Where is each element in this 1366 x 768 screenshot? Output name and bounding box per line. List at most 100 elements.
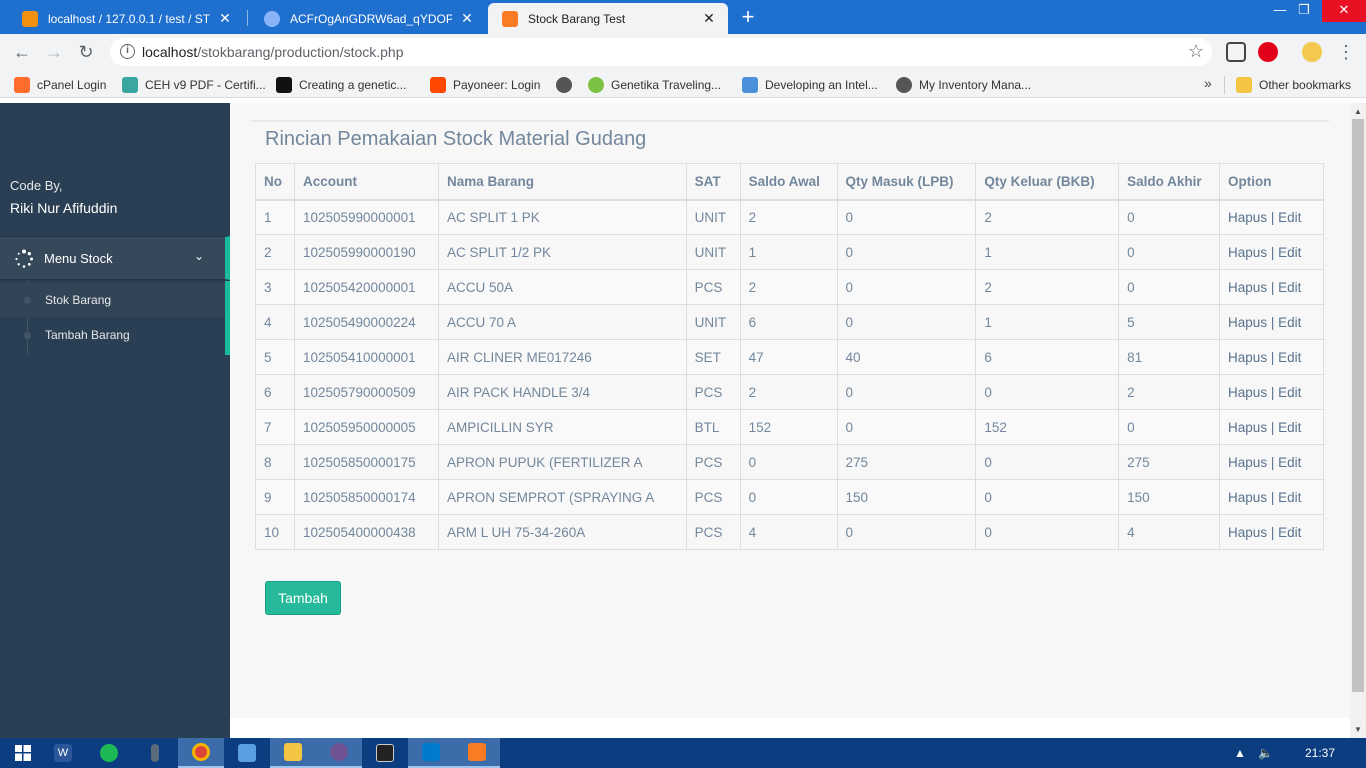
- windows-logo-icon: [15, 745, 31, 761]
- bookmark-label: My Inventory Mana...: [919, 78, 1032, 92]
- folder-icon: [1236, 77, 1252, 93]
- close-window-button[interactable]: ✕: [1322, 0, 1366, 22]
- page-scrollbar[interactable]: ▲ ▼: [1350, 103, 1366, 738]
- close-tab-icon[interactable]: ✕: [216, 10, 234, 27]
- bookmark-inventory[interactable]: My Inventory Mana...: [896, 76, 1031, 94]
- restore-button[interactable]: ❐: [1286, 0, 1322, 22]
- table-cell: UNIT: [685, 199, 741, 235]
- page-title: Rincian Pemakaian Stock Material Gudang: [265, 128, 647, 150]
- editor-icon: [238, 744, 256, 762]
- back-arrow-icon[interactable]: ←: [10, 40, 34, 64]
- edit-link[interactable]: Edit: [1278, 350, 1301, 365]
- edit-link[interactable]: Edit: [1278, 420, 1301, 435]
- edit-link[interactable]: Edit: [1278, 210, 1301, 225]
- taskbar-editor[interactable]: [224, 738, 270, 768]
- taskbar-vscode[interactable]: [408, 738, 454, 768]
- taskbar-chrome[interactable]: [178, 738, 224, 768]
- tambah-button[interactable]: Tambah: [265, 581, 341, 615]
- taskbar-xampp[interactable]: [454, 738, 500, 768]
- tab-google-doc[interactable]: ACFrOgAnGDRW6ad_qYDOPV-K ✕: [250, 3, 486, 34]
- table-row: 1 102505990000001 AC SPLIT 1 PK UNIT 2 0 2 0 Hap…: [255, 199, 1324, 235]
- panel-divider: [251, 120, 1329, 122]
- url-text[interactable]: localhost/stokbarang/production/stock.ph…: [142, 44, 404, 60]
- scroll-down-arrow-icon[interactable]: ▼: [1354, 725, 1362, 734]
- close-tab-icon[interactable]: ✕: [458, 10, 476, 27]
- edit-link[interactable]: Edit: [1278, 280, 1301, 295]
- sidebar-item-label: Tambah Barang: [45, 328, 130, 342]
- taskbar-clock: 21:37: [1305, 746, 1336, 760]
- info-icon[interactable]: i: [120, 44, 135, 59]
- option-cell: Hapus | Edit: [1219, 234, 1324, 270]
- volume-icon[interactable]: 🔈: [1258, 746, 1273, 760]
- table-cell: 0: [975, 514, 1120, 550]
- hapus-link[interactable]: Hapus: [1228, 490, 1267, 505]
- spotify-icon: [100, 744, 118, 762]
- table-cell: AIR PACK HANDLE 3/4: [437, 374, 687, 410]
- edit-link[interactable]: Edit: [1278, 490, 1301, 505]
- hapus-link[interactable]: Hapus: [1228, 420, 1267, 435]
- hapus-link[interactable]: Hapus: [1228, 455, 1267, 470]
- option-cell: Hapus | Edit: [1219, 479, 1324, 515]
- edit-link[interactable]: Edit: [1278, 455, 1301, 470]
- table-cell: 102505790000509: [293, 374, 439, 410]
- bookmarks-overflow-button[interactable]: »: [1204, 75, 1212, 91]
- new-tab-button[interactable]: +: [736, 4, 760, 30]
- taskbar-word[interactable]: W: [40, 738, 86, 768]
- hapus-link[interactable]: Hapus: [1228, 350, 1267, 365]
- reload-icon[interactable]: ↻: [74, 40, 98, 64]
- opera-extension-icon[interactable]: [1258, 42, 1278, 62]
- table-cell: 0: [836, 269, 977, 305]
- forward-arrow-icon[interactable]: →: [42, 40, 66, 64]
- menu-stock-toggle[interactable]: Menu Stock ⌄: [0, 236, 230, 280]
- taskbar-terminal[interactable]: [362, 738, 408, 768]
- table-cell: APRON PUPUK (FERTILIZER A: [437, 444, 687, 480]
- bookmark-genetika[interactable]: Genetika Traveling...: [588, 76, 721, 94]
- ceh-icon: [122, 77, 138, 93]
- taskbar-file-explorer[interactable]: [270, 738, 316, 768]
- table-cell: UNIT: [685, 304, 741, 340]
- table-cell: 0: [836, 374, 977, 410]
- hapus-link[interactable]: Hapus: [1228, 280, 1267, 295]
- table-cell: 0: [975, 444, 1120, 480]
- address-bar[interactable]: i localhost/stokbarang/production/stock.…: [110, 38, 1212, 66]
- edit-link[interactable]: Edit: [1278, 315, 1301, 330]
- hapus-link[interactable]: Hapus: [1228, 245, 1267, 260]
- tab-phpmyadmin[interactable]: localhost / 127.0.0.1 / test / STOK ✕: [8, 3, 244, 34]
- profile-avatar-icon[interactable]: [1302, 42, 1322, 62]
- scroll-up-arrow-icon[interactable]: ▲: [1354, 107, 1362, 116]
- bookmark-genetic[interactable]: Creating a genetic...: [276, 76, 406, 94]
- table-cell: 0: [739, 479, 838, 515]
- edit-link[interactable]: Edit: [1278, 385, 1301, 400]
- bookmark-globe[interactable]: [556, 76, 579, 94]
- bookmark-cpanel[interactable]: cPanel Login: [14, 76, 106, 94]
- sidebar-item-tambah-barang[interactable]: Tambah Barang: [0, 318, 225, 352]
- screenshot-extension-icon[interactable]: [1226, 42, 1246, 62]
- bookmark-payoneer[interactable]: Payoneer: Login: [430, 76, 540, 94]
- other-bookmarks[interactable]: Other bookmarks: [1236, 76, 1351, 94]
- tab-stock-barang[interactable]: Stock Barang Test ✕: [488, 3, 728, 34]
- kebab-menu-icon[interactable]: ⋮: [1334, 40, 1358, 64]
- taskbar-spotify[interactable]: [86, 738, 132, 768]
- bookmark-developing[interactable]: Developing an Intel...: [742, 76, 878, 94]
- bookmark-ceh[interactable]: CEH v9 PDF - Certifi...: [122, 76, 266, 94]
- hapus-link[interactable]: Hapus: [1228, 315, 1267, 330]
- taskbar-microphone[interactable]: [132, 738, 178, 768]
- scrollbar-thumb[interactable]: [1352, 119, 1364, 692]
- show-hidden-icons-icon[interactable]: ▲: [1234, 746, 1246, 760]
- edit-link[interactable]: Edit: [1278, 525, 1301, 540]
- table-cell: AC SPLIT 1 PK: [437, 199, 687, 235]
- bookmark-label: cPanel Login: [37, 78, 107, 92]
- sidebar-item-stok-barang[interactable]: Stok Barang: [0, 283, 225, 317]
- sidebar: Code By, Riki Nur Afifuddin Menu Stock ⌄…: [0, 103, 230, 738]
- close-tab-icon[interactable]: ✕: [700, 10, 718, 27]
- edit-link[interactable]: Edit: [1278, 245, 1301, 260]
- table-cell: 6: [255, 374, 295, 410]
- option-cell: Hapus | Edit: [1219, 269, 1324, 305]
- hapus-link[interactable]: Hapus: [1228, 525, 1267, 540]
- taskbar-github[interactable]: [316, 738, 362, 768]
- hapus-link[interactable]: Hapus: [1228, 210, 1267, 225]
- hapus-link[interactable]: Hapus: [1228, 385, 1267, 400]
- folder-icon: [284, 743, 302, 761]
- table-cell: 275: [836, 444, 977, 480]
- bookmark-star-icon[interactable]: ☆: [1188, 41, 1204, 62]
